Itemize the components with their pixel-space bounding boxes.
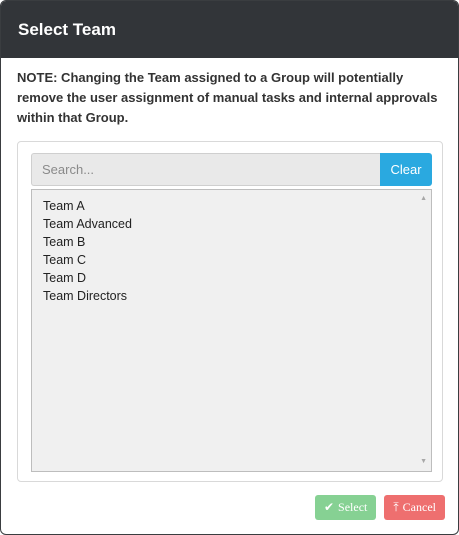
scroll-down-arrow-icon[interactable]: ▼: [420, 458, 427, 466]
clear-button[interactable]: Clear: [380, 153, 432, 186]
cancel-button-label: Cancel: [402, 500, 436, 514]
team-option[interactable]: Team Directors: [43, 287, 431, 305]
select-button-label: Select: [338, 500, 368, 514]
team-option[interactable]: Team D: [43, 269, 431, 287]
team-option[interactable]: Team B: [43, 233, 431, 251]
team-list: Team A Team Advanced Team B Team C Team …: [32, 190, 431, 305]
team-option[interactable]: Team Advanced: [43, 215, 431, 233]
select-team-dialog: Select Team NOTE: Changing the Team assi…: [0, 0, 459, 535]
team-listbox[interactable]: Team A Team Advanced Team B Team C Team …: [31, 189, 432, 472]
scroll-up-arrow-icon[interactable]: ▲: [420, 195, 427, 203]
team-option[interactable]: Team C: [43, 251, 431, 269]
search-bar: Clear: [31, 153, 432, 186]
select-button[interactable]: ✔ Select: [314, 495, 377, 520]
search-input[interactable]: [31, 153, 380, 186]
dialog-header: Select Team: [1, 1, 458, 58]
team-option[interactable]: Team A: [43, 197, 431, 215]
check-icon: ✔: [323, 500, 335, 514]
warning-note: NOTE: Changing the Team assigned to a Gr…: [17, 70, 438, 125]
dialog-footer: ✔ Select ⤒ Cancel: [314, 495, 445, 520]
dialog-title: Select Team: [18, 19, 116, 39]
team-panel: Clear Team A Team Advanced Team B Team C…: [17, 141, 443, 482]
cancel-button[interactable]: ⤒ Cancel: [384, 495, 445, 520]
cancel-arrow-icon: ⤒: [393, 500, 399, 514]
